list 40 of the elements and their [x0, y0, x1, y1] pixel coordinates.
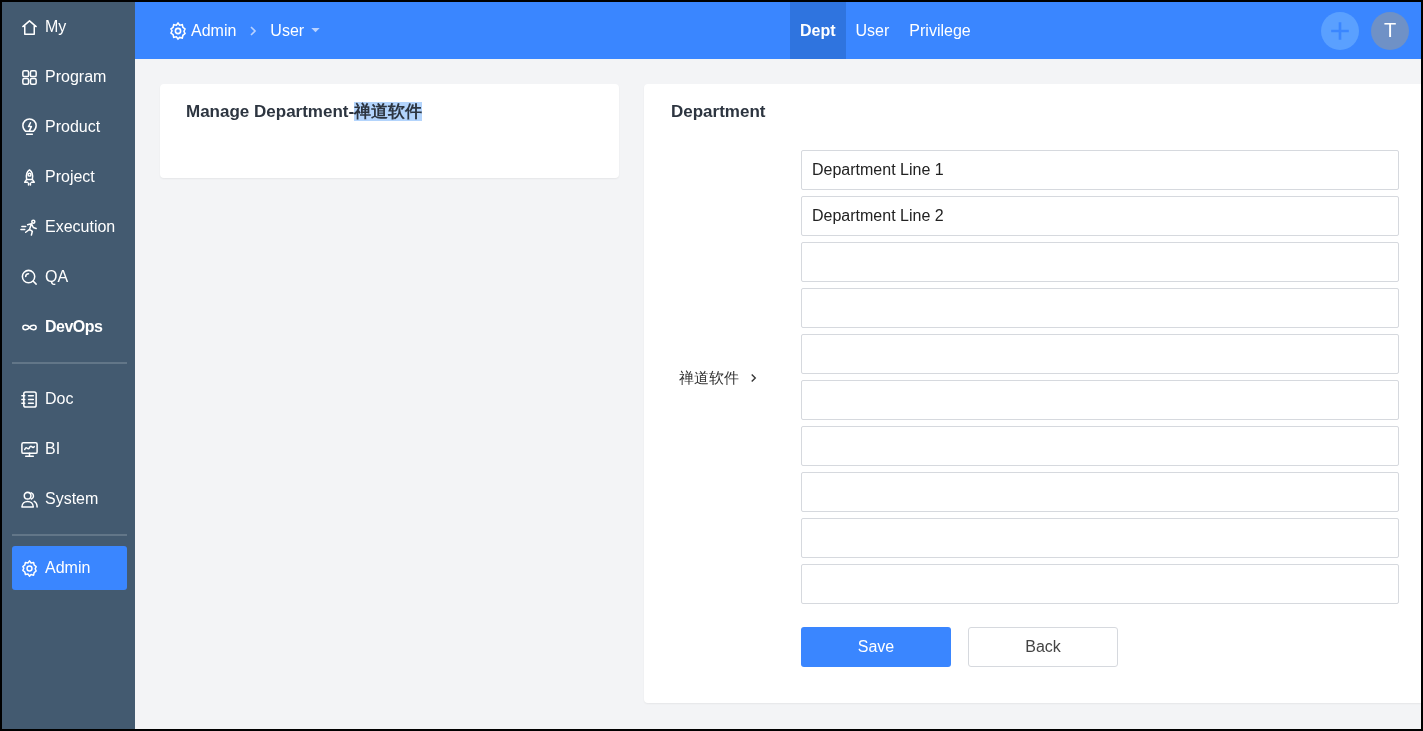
back-button[interactable]: Back [968, 627, 1118, 667]
input-field[interactable] [801, 380, 1399, 420]
runner-icon [20, 217, 39, 237]
sidebar-item[interactable]: Product [12, 102, 127, 152]
sidebar-item[interactable]: DevOps [12, 302, 127, 352]
add-button[interactable] [1321, 11, 1359, 50]
input-field[interactable] [801, 242, 1399, 282]
plus-icon [1329, 19, 1351, 42]
sidebar-item[interactable]: Program [12, 52, 127, 102]
notebook-icon [20, 389, 39, 409]
house-icon [20, 17, 39, 37]
sidebar-item[interactable]: BI [12, 424, 127, 474]
sidebar-item[interactable]: System [12, 474, 127, 524]
sidebar-item[interactable]: My [12, 2, 127, 52]
nav-tab[interactable]: Dept [790, 2, 846, 59]
caret-down-icon [311, 28, 321, 33]
sidebar-item[interactable]: Project [12, 152, 127, 202]
input-field[interactable] [801, 472, 1399, 512]
magnifier-icon [20, 267, 39, 287]
grid-icon [20, 67, 39, 87]
sidebar-item[interactable]: Doc [12, 374, 127, 424]
panel-title: Manage Department-禅道软件 [186, 101, 424, 123]
chevron-right-icon [248, 25, 259, 36]
input-field[interactable]: Department Line 1 [801, 150, 1399, 190]
bulb-icon [20, 117, 39, 137]
monitor-icon [20, 439, 39, 459]
input-field[interactable] [801, 426, 1399, 466]
parent-department-label: 禅道软件 [679, 368, 739, 388]
input-field[interactable]: Department Line 2 [801, 196, 1399, 236]
input-field[interactable] [801, 518, 1399, 558]
settings-icon [20, 558, 39, 578]
chevron-right-icon [749, 373, 758, 383]
settings-icon [168, 20, 188, 41]
panel-title: Department [671, 101, 767, 123]
input-field[interactable] [801, 564, 1399, 604]
input-field[interactable] [801, 288, 1399, 328]
sidebar-item[interactable]: Execution [12, 202, 127, 252]
sidebar-item[interactable]: QA [12, 252, 127, 302]
input-field[interactable] [801, 334, 1399, 374]
people-icon [20, 489, 39, 509]
